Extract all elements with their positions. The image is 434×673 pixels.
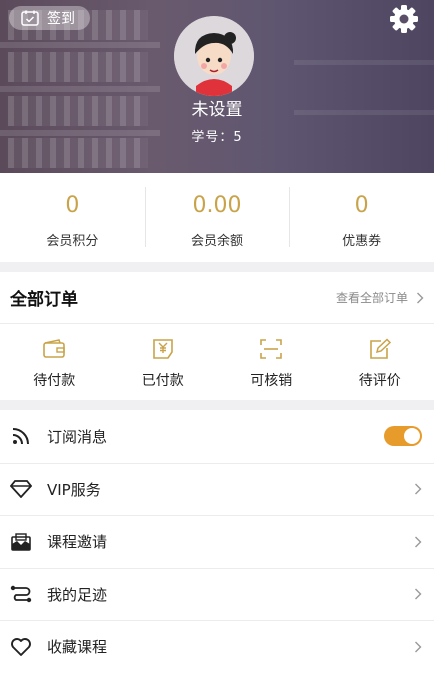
orders-card: 全部订单 查看全部订单 待付款 已付款 可核销 待评价 (0, 272, 434, 400)
orders-header: 全部订单 查看全部订单 (0, 272, 434, 324)
signin-button[interactable]: 签到 (9, 6, 90, 30)
heart-icon (10, 636, 32, 658)
chevron-right-icon (415, 536, 422, 548)
shelf-line (0, 42, 160, 48)
edit-review-icon (369, 338, 391, 359)
view-all-orders-label: 查看全部订单 (335, 291, 408, 305)
menu-item-course-invitation[interactable]: 课程邀请 (0, 515, 434, 568)
stat-points[interactable]: 0 会员积分 (0, 173, 145, 262)
stat-balance-value: 0.00 (192, 193, 242, 218)
bookshelf-decoration (8, 52, 148, 82)
stat-points-label: 会员积分 (46, 234, 99, 249)
orders-title: 全部订单 (10, 290, 78, 310)
order-pending-payment[interactable]: 待付款 (0, 324, 109, 400)
menu-item-label: 订阅消息 (47, 427, 108, 446)
order-pending-review-label: 待评价 (358, 373, 401, 389)
chevron-right-icon (415, 641, 422, 653)
order-paid-label: 已付款 (141, 373, 184, 389)
menu-item-label: 我的足迹 (47, 585, 108, 604)
invitation-icon (10, 531, 32, 553)
member-stats: 0 会员积分 0.00 会员余额 0 优惠券 (0, 173, 434, 262)
settings-gear-icon[interactable] (388, 3, 420, 35)
menu-item-label: VIP服务 (47, 480, 101, 499)
diamond-icon (10, 478, 32, 500)
menu-item-subscribe-messages[interactable]: 订阅消息 (0, 410, 434, 463)
stat-coupons[interactable]: 0 优惠券 (289, 173, 434, 262)
route-icon (10, 583, 32, 605)
shelf-line (0, 86, 160, 92)
wallet-icon (43, 339, 66, 358)
chevron-right-icon (417, 292, 424, 303)
stat-balance[interactable]: 0.00 会员余额 (144, 173, 290, 262)
subscribe-toggle[interactable] (384, 426, 422, 447)
chevron-right-icon (415, 588, 422, 600)
settings-menu: 订阅消息 VIP服务 课程邀请 我的足迹 收藏课程 (0, 410, 434, 673)
chevron-right-icon (415, 483, 422, 495)
scan-icon (260, 339, 283, 359)
order-status-grid: 待付款 已付款 可核销 待评价 (0, 324, 434, 400)
order-pending-payment-label: 待付款 (33, 373, 76, 389)
avatar[interactable] (174, 16, 254, 96)
rss-icon (10, 425, 32, 447)
cartoon-avatar-icon (174, 16, 254, 96)
menu-item-my-footprint[interactable]: 我的足迹 (0, 567, 434, 621)
menu-item-favorite-courses[interactable]: 收藏课程 (0, 620, 434, 673)
stat-coupons-value: 0 (354, 193, 369, 218)
signin-label: 签到 (47, 11, 75, 27)
shelf-line (294, 60, 434, 65)
calendar-check-icon (21, 10, 39, 26)
order-redeemable-label: 可核销 (250, 373, 293, 389)
nickname: 未设置 (191, 100, 243, 120)
profile-banner: 签到 未设置 学号：5 (0, 0, 434, 173)
menu-item-label: 收藏课程 (47, 638, 108, 657)
order-redeemable[interactable]: 可核销 (217, 324, 326, 400)
stat-points-value: 0 (65, 193, 80, 218)
order-paid[interactable]: 已付款 (109, 324, 218, 400)
toggle-knob (404, 428, 420, 445)
stat-balance-label: 会员余额 (191, 234, 244, 249)
paid-receipt-icon (152, 339, 173, 359)
stat-coupons-label: 优惠券 (342, 234, 382, 249)
view-all-orders-link[interactable]: 查看全部订单 (336, 289, 424, 306)
student-number: 学号：5 (191, 130, 243, 145)
order-pending-review[interactable]: 待评价 (326, 324, 434, 400)
menu-item-label: 课程邀请 (47, 533, 108, 552)
menu-item-vip-service[interactable]: VIP服务 (0, 462, 434, 516)
